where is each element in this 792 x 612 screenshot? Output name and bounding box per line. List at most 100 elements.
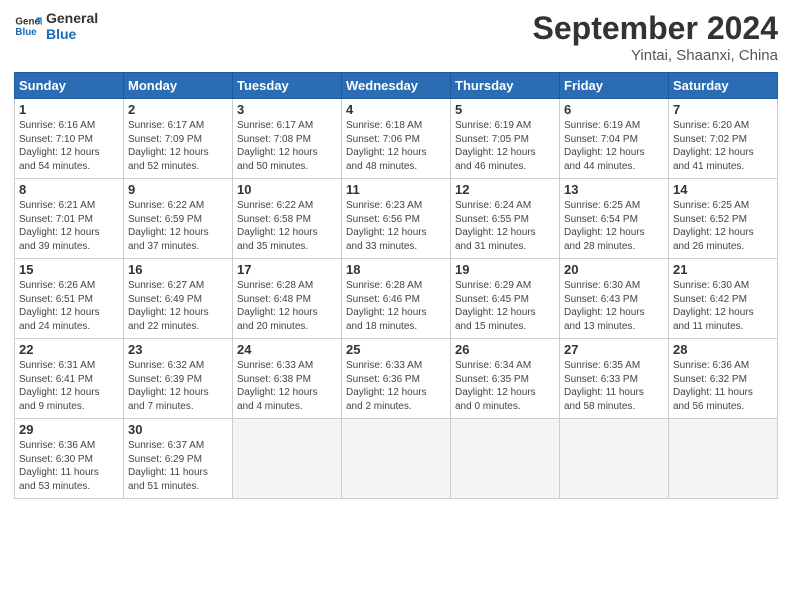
day-cell-21: 21Sunrise: 6:30 AM Sunset: 6:42 PM Dayli… — [669, 259, 778, 339]
day-cell-19: 19 Sunrise: 6:29 AM Sunset: 6:45 PM Dayli… — [451, 259, 560, 339]
day-number: 14 — [673, 182, 773, 197]
day-cell-16: 16 Sunrise: 6:27 AM Sunset: 6:49 PM Dayli… — [124, 259, 233, 339]
day-number: 15 — [19, 262, 119, 277]
month-title: September 2024 — [533, 10, 778, 47]
week-row-3: 15 Sunrise: 6:26 AM Sunset: 6:51 PM Dayli… — [15, 259, 778, 339]
day-info: Sunrise: 6:22 AM Sunset: 6:59 PM Dayligh… — [128, 199, 228, 253]
logo: General Blue General Blue — [14, 10, 98, 42]
day-number: 2 — [128, 102, 228, 117]
day-number: 29 — [19, 422, 119, 437]
day-header-thursday: Thursday — [451, 73, 560, 99]
empty-cell — [342, 419, 451, 499]
day-number: 6 — [564, 102, 664, 117]
day-info: Sunrise: 6:16 AM Sunset: 7:10 PM Dayligh… — [19, 119, 119, 173]
day-cell-1: 1 Sunrise: 6:16 AM Sunset: 7:10 PM Daylig… — [15, 99, 124, 179]
day-info: Sunrise: 6:28 AM Sunset: 6:48 PM Dayligh… — [237, 279, 337, 333]
day-cell-18: 18Sunrise: 6:28 AM Sunset: 6:46 PM Dayli… — [342, 259, 451, 339]
day-info: Sunrise: 6:22 AM Sunset: 6:58 PM Dayligh… — [237, 199, 337, 253]
empty-cell — [451, 419, 560, 499]
logo-general: General — [46, 10, 98, 26]
day-cell-11: 11Sunrise: 6:23 AM Sunset: 6:56 PM Dayli… — [342, 179, 451, 259]
day-header-sunday: Sunday — [15, 73, 124, 99]
day-number: 10 — [237, 182, 337, 197]
day-info: Sunrise: 6:19 AM Sunset: 7:05 PM Dayligh… — [455, 119, 555, 173]
day-number: 26 — [455, 342, 555, 357]
day-number: 1 — [19, 102, 119, 117]
day-number: 22 — [19, 342, 119, 357]
day-cell-12: 12 Sunrise: 6:24 AM Sunset: 6:55 PM Dayli… — [451, 179, 560, 259]
svg-text:Blue: Blue — [15, 27, 37, 38]
day-info: Sunrise: 6:18 AM Sunset: 7:06 PM Dayligh… — [346, 119, 446, 173]
day-cell-2: 2 Sunrise: 6:17 AM Sunset: 7:09 PM Daylig… — [124, 99, 233, 179]
day-info: Sunrise: 6:27 AM Sunset: 6:49 PM Dayligh… — [128, 279, 228, 333]
calendar-table: SundayMondayTuesdayWednesdayThursdayFrid… — [14, 72, 778, 499]
day-info: Sunrise: 6:36 AM Sunset: 6:30 PM Dayligh… — [19, 439, 119, 493]
day-number: 19 — [455, 262, 555, 277]
day-info: Sunrise: 6:30 AM Sunset: 6:42 PM Dayligh… — [673, 279, 773, 333]
week-row-4: 22Sunrise: 6:31 AM Sunset: 6:41 PM Dayli… — [15, 339, 778, 419]
day-info: Sunrise: 6:32 AM Sunset: 6:39 PM Dayligh… — [128, 359, 228, 413]
day-cell-27: 27 Sunrise: 6:35 AM Sunset: 6:33 PM Dayli… — [560, 339, 669, 419]
day-cell-20: 20Sunrise: 6:30 AM Sunset: 6:43 PM Dayli… — [560, 259, 669, 339]
week-row-5: 29 Sunrise: 6:36 AM Sunset: 6:30 PM Dayli… — [15, 419, 778, 499]
day-info: Sunrise: 6:29 AM Sunset: 6:45 PM Dayligh… — [455, 279, 555, 333]
day-cell-3: 3 Sunrise: 6:17 AM Sunset: 7:08 PM Daylig… — [233, 99, 342, 179]
day-header-friday: Friday — [560, 73, 669, 99]
location-title: Yintai, Shaanxi, China — [533, 47, 778, 64]
day-info: Sunrise: 6:24 AM Sunset: 6:55 PM Dayligh… — [455, 199, 555, 253]
day-cell-28: 28Sunrise: 6:36 AM Sunset: 6:32 PM Dayli… — [669, 339, 778, 419]
page-container: General Blue General Blue September 2024… — [0, 0, 792, 509]
day-cell-6: 6 Sunrise: 6:19 AM Sunset: 7:04 PM Daylig… — [560, 99, 669, 179]
day-number: 8 — [19, 182, 119, 197]
day-cell-22: 22Sunrise: 6:31 AM Sunset: 6:41 PM Dayli… — [15, 339, 124, 419]
empty-cell — [669, 419, 778, 499]
day-cell-14: 14 Sunrise: 6:25 AM Sunset: 6:52 PM Dayli… — [669, 179, 778, 259]
day-info: Sunrise: 6:19 AM Sunset: 7:04 PM Dayligh… — [564, 119, 664, 173]
day-cell-24: 24Sunrise: 6:33 AM Sunset: 6:38 PM Dayli… — [233, 339, 342, 419]
day-cell-23: 23 Sunrise: 6:32 AM Sunset: 6:39 PM Dayli… — [124, 339, 233, 419]
day-info: Sunrise: 6:20 AM Sunset: 7:02 PM Dayligh… — [673, 119, 773, 173]
day-info: Sunrise: 6:26 AM Sunset: 6:51 PM Dayligh… — [19, 279, 119, 333]
day-cell-4: 4Sunrise: 6:18 AM Sunset: 7:06 PM Daylig… — [342, 99, 451, 179]
day-number: 13 — [564, 182, 664, 197]
day-cell-7: 7Sunrise: 6:20 AM Sunset: 7:02 PM Daylig… — [669, 99, 778, 179]
day-cell-8: 8 Sunrise: 6:21 AM Sunset: 7:01 PM Daylig… — [15, 179, 124, 259]
day-number: 16 — [128, 262, 228, 277]
day-number: 25 — [346, 342, 446, 357]
day-cell-15: 15 Sunrise: 6:26 AM Sunset: 6:51 PM Dayli… — [15, 259, 124, 339]
day-info: Sunrise: 6:25 AM Sunset: 6:52 PM Dayligh… — [673, 199, 773, 253]
day-number: 5 — [455, 102, 555, 117]
day-info: Sunrise: 6:33 AM Sunset: 6:36 PM Dayligh… — [346, 359, 446, 413]
logo-blue: Blue — [46, 26, 98, 42]
week-row-2: 8 Sunrise: 6:21 AM Sunset: 7:01 PM Daylig… — [15, 179, 778, 259]
day-cell-25: 25 Sunrise: 6:33 AM Sunset: 6:36 PM Dayli… — [342, 339, 451, 419]
logo-icon: General Blue — [14, 12, 42, 40]
day-header-monday: Monday — [124, 73, 233, 99]
day-number: 28 — [673, 342, 773, 357]
day-cell-30: 30 Sunrise: 6:37 AM Sunset: 6:29 PM Dayli… — [124, 419, 233, 499]
empty-cell — [560, 419, 669, 499]
day-number: 23 — [128, 342, 228, 357]
day-info: Sunrise: 6:33 AM Sunset: 6:38 PM Dayligh… — [237, 359, 337, 413]
day-cell-5: 5 Sunrise: 6:19 AM Sunset: 7:05 PM Daylig… — [451, 99, 560, 179]
day-cell-29: 29 Sunrise: 6:36 AM Sunset: 6:30 PM Dayli… — [15, 419, 124, 499]
day-cell-13: 13 Sunrise: 6:25 AM Sunset: 6:54 PM Dayli… — [560, 179, 669, 259]
day-info: Sunrise: 6:35 AM Sunset: 6:33 PM Dayligh… — [564, 359, 664, 413]
day-number: 27 — [564, 342, 664, 357]
day-info: Sunrise: 6:30 AM Sunset: 6:43 PM Dayligh… — [564, 279, 664, 333]
day-number: 30 — [128, 422, 228, 437]
day-info: Sunrise: 6:37 AM Sunset: 6:29 PM Dayligh… — [128, 439, 228, 493]
day-cell-26: 26Sunrise: 6:34 AM Sunset: 6:35 PM Dayli… — [451, 339, 560, 419]
days-header-row: SundayMondayTuesdayWednesdayThursdayFrid… — [15, 73, 778, 99]
day-info: Sunrise: 6:21 AM Sunset: 7:01 PM Dayligh… — [19, 199, 119, 253]
empty-cell — [233, 419, 342, 499]
day-number: 11 — [346, 182, 446, 197]
day-number: 12 — [455, 182, 555, 197]
day-header-tuesday: Tuesday — [233, 73, 342, 99]
day-info: Sunrise: 6:17 AM Sunset: 7:09 PM Dayligh… — [128, 119, 228, 173]
day-cell-9: 9Sunrise: 6:22 AM Sunset: 6:59 PM Daylig… — [124, 179, 233, 259]
day-number: 3 — [237, 102, 337, 117]
day-header-saturday: Saturday — [669, 73, 778, 99]
day-info: Sunrise: 6:25 AM Sunset: 6:54 PM Dayligh… — [564, 199, 664, 253]
day-info: Sunrise: 6:17 AM Sunset: 7:08 PM Dayligh… — [237, 119, 337, 173]
